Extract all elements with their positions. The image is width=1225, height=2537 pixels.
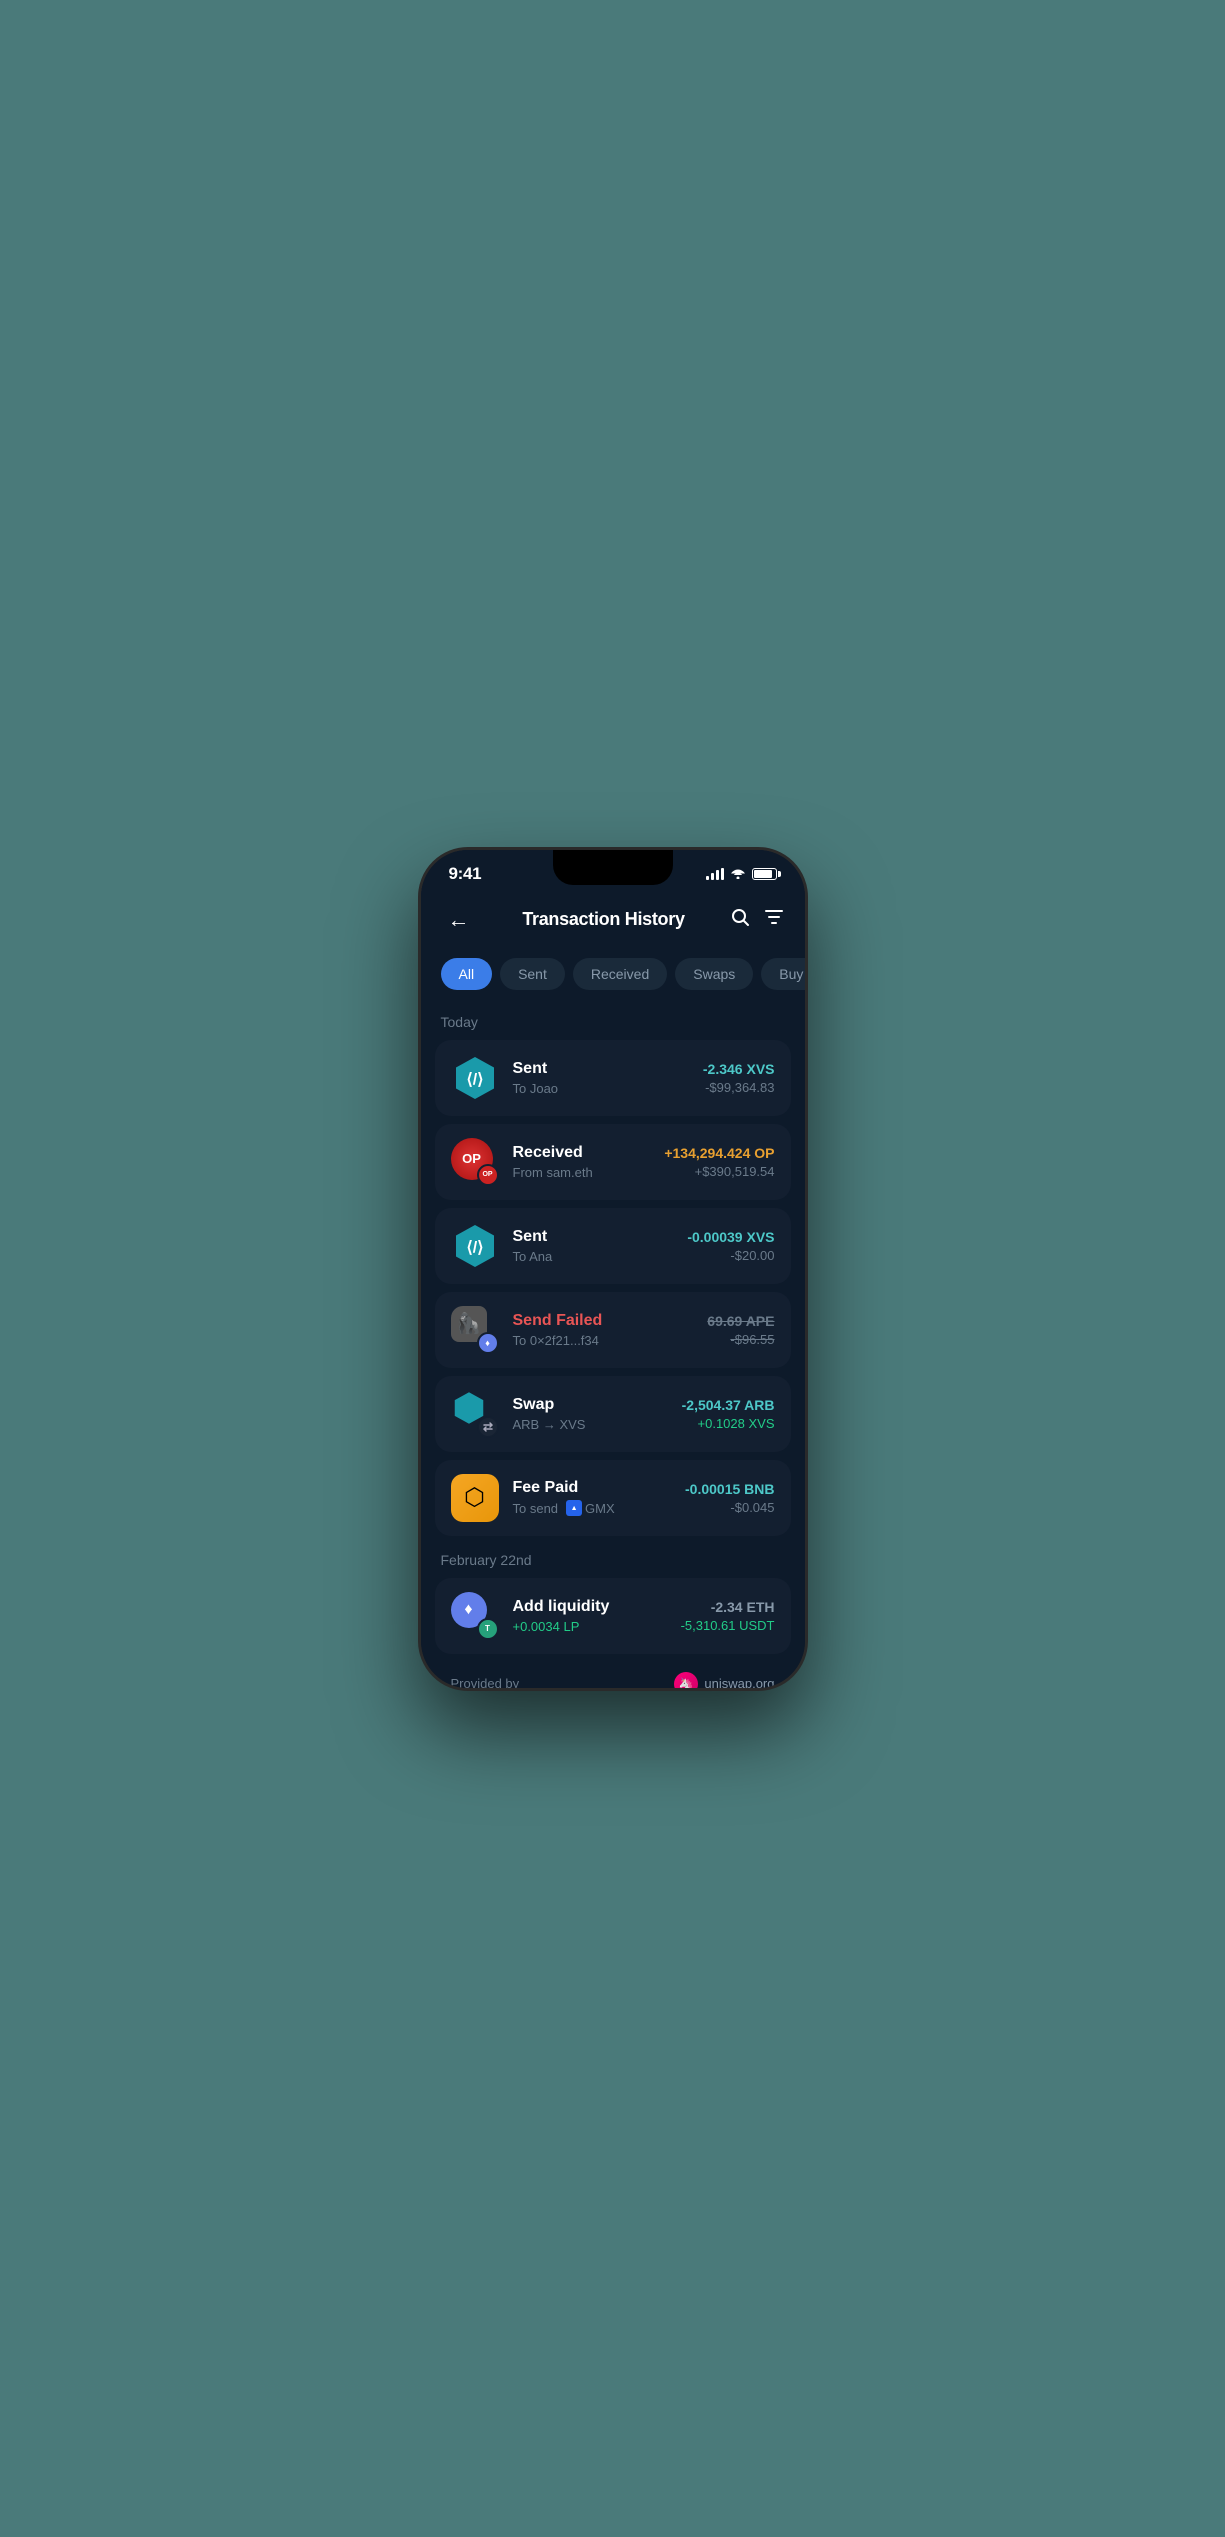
back-arrow-icon: ← xyxy=(448,907,470,933)
tx-subtitle: To 0×2f21...f34 xyxy=(513,1333,694,1348)
tx-info: Send Failed To 0×2f21...f34 xyxy=(513,1312,694,1348)
status-icons xyxy=(706,866,777,882)
transaction-row[interactable]: ⟨/⟩ Sent To Joao -2.346 XVS -$99,364.83 xyxy=(435,1040,791,1116)
transaction-row[interactable]: Swap ARB → XVS -2,504.37 ARB +0.1028 XVS xyxy=(435,1376,791,1452)
status-time: 9:41 xyxy=(449,864,482,884)
tab-buy[interactable]: Buy xyxy=(761,958,804,990)
svg-text:⟨/⟩: ⟨/⟩ xyxy=(466,1239,483,1256)
tx-title: Send Failed xyxy=(513,1312,694,1330)
transaction-row[interactable]: ♦ T Add liquidity +0.0034 LP -2.34 ETH -… xyxy=(435,1578,791,1654)
tx-amounts: -0.00039 XVS -$20.00 xyxy=(687,1229,774,1263)
tx-info: Fee Paid To send ▲ GMX xyxy=(513,1479,672,1516)
tx-info: Add liquidity +0.0034 LP xyxy=(513,1598,667,1634)
page-title: Transaction History xyxy=(522,909,684,930)
provided-by-name: uniswap.org xyxy=(704,1676,774,1688)
tx-amounts: -2,504.37 ARB +0.1028 XVS xyxy=(682,1397,775,1431)
svg-text:⟨/⟩: ⟨/⟩ xyxy=(466,1071,483,1088)
filter-tabs: All Sent Received Swaps Buy Se xyxy=(421,954,805,1006)
transaction-row[interactable]: 🦍 ♦ Send Failed To 0×2f21...f34 69.69 AP… xyxy=(435,1292,791,1368)
tx-amount-primary: -0.00015 BNB xyxy=(685,1481,775,1497)
tx-info: Sent To Ana xyxy=(513,1228,674,1264)
tx-icon-bnb: ⬡ xyxy=(451,1474,499,1522)
tx-amount-secondary: +$390,519.54 xyxy=(664,1164,774,1179)
tx-title: Sent xyxy=(513,1228,674,1246)
tx-amount-secondary: -$99,364.83 xyxy=(703,1080,775,1095)
tx-icon-ape-eth: 🦍 ♦ xyxy=(451,1306,499,1354)
tx-amount-primary: -2.346 XVS xyxy=(703,1061,775,1077)
tx-subtitle: +0.0034 LP xyxy=(513,1619,667,1634)
provided-by-section: Provided by 🦄 uniswap.org xyxy=(435,1662,791,1688)
tab-received[interactable]: Received xyxy=(573,958,667,990)
tx-amount-secondary: -$96.55 xyxy=(707,1332,774,1347)
tx-amount-primary: +134,294.424 OP xyxy=(664,1145,774,1161)
tab-all[interactable]: All xyxy=(441,958,493,990)
tab-swaps[interactable]: Swaps xyxy=(675,958,753,990)
tx-subtitle: To Ana xyxy=(513,1249,674,1264)
transaction-row[interactable]: OP OP Received From sam.eth +134,294.424… xyxy=(435,1124,791,1200)
provided-by-label: Provided by xyxy=(451,1676,520,1688)
page-header: ← Transaction History xyxy=(421,892,805,954)
tx-icon-op: OP OP xyxy=(451,1138,499,1186)
tx-amount-secondary: -$20.00 xyxy=(687,1248,774,1263)
signal-bars-icon xyxy=(706,868,724,880)
tx-amount-secondary: +0.1028 XVS xyxy=(682,1416,775,1431)
tx-amount-primary: -2,504.37 ARB xyxy=(682,1397,775,1413)
tx-amount-primary: -2.34 ETH xyxy=(681,1599,775,1615)
tx-amounts: -0.00015 BNB -$0.045 xyxy=(685,1481,775,1515)
tx-icon-eth-usdt: ♦ T xyxy=(451,1592,499,1640)
transaction-row[interactable]: ⬡ Fee Paid To send ▲ GMX -0.00015 BNB -$… xyxy=(435,1460,791,1536)
tx-amounts: +134,294.424 OP +$390,519.54 xyxy=(664,1145,774,1179)
tx-icon-xvs: ⟨/⟩ xyxy=(451,1054,499,1102)
tx-title: Sent xyxy=(513,1060,689,1078)
provided-by-source[interactable]: 🦄 uniswap.org xyxy=(674,1672,774,1688)
tx-subtitle: From sam.eth xyxy=(513,1165,651,1180)
tx-icon-xvs: ⟨/⟩ xyxy=(451,1222,499,1270)
battery-icon xyxy=(752,868,777,880)
tx-amount-primary: 69.69 APE xyxy=(707,1313,774,1329)
tx-amount-primary: -0.00039 XVS xyxy=(687,1229,774,1245)
tx-amounts: -2.34 ETH -5,310.61 USDT xyxy=(681,1599,775,1633)
tx-title: Swap xyxy=(513,1396,668,1414)
header-actions xyxy=(730,907,784,933)
tx-title: Received xyxy=(513,1144,651,1162)
tx-title: Fee Paid xyxy=(513,1479,672,1497)
filter-button[interactable] xyxy=(764,907,784,933)
tx-amount-secondary: -5,310.61 USDT xyxy=(681,1618,775,1633)
back-button[interactable]: ← xyxy=(441,902,477,938)
tx-subtitle: ARB → XVS xyxy=(513,1417,668,1432)
uniswap-icon: 🦄 xyxy=(674,1672,698,1688)
tx-title: Add liquidity xyxy=(513,1598,667,1616)
tx-info: Swap ARB → XVS xyxy=(513,1396,668,1432)
tx-icon-swap xyxy=(451,1390,499,1438)
tx-subtitle: To send ▲ GMX xyxy=(513,1500,672,1516)
tx-subtitle: To Joao xyxy=(513,1081,689,1096)
section-label-today: Today xyxy=(421,1006,805,1040)
section-label-feb22: February 22nd xyxy=(421,1544,805,1578)
tx-amounts: -2.346 XVS -$99,364.83 xyxy=(703,1061,775,1095)
tx-amount-secondary: -$0.045 xyxy=(685,1500,775,1515)
tx-info: Sent To Joao xyxy=(513,1060,689,1096)
tab-sent[interactable]: Sent xyxy=(500,958,565,990)
gmx-icon: ▲ xyxy=(566,1500,582,1516)
search-button[interactable] xyxy=(730,907,750,933)
tx-info: Received From sam.eth xyxy=(513,1144,651,1180)
transaction-row[interactable]: ⟨/⟩ Sent To Ana -0.00039 XVS -$20.00 xyxy=(435,1208,791,1284)
tx-amounts: 69.69 APE -$96.55 xyxy=(707,1313,774,1347)
gmx-label: GMX xyxy=(585,1501,615,1516)
wifi-icon xyxy=(730,866,746,882)
